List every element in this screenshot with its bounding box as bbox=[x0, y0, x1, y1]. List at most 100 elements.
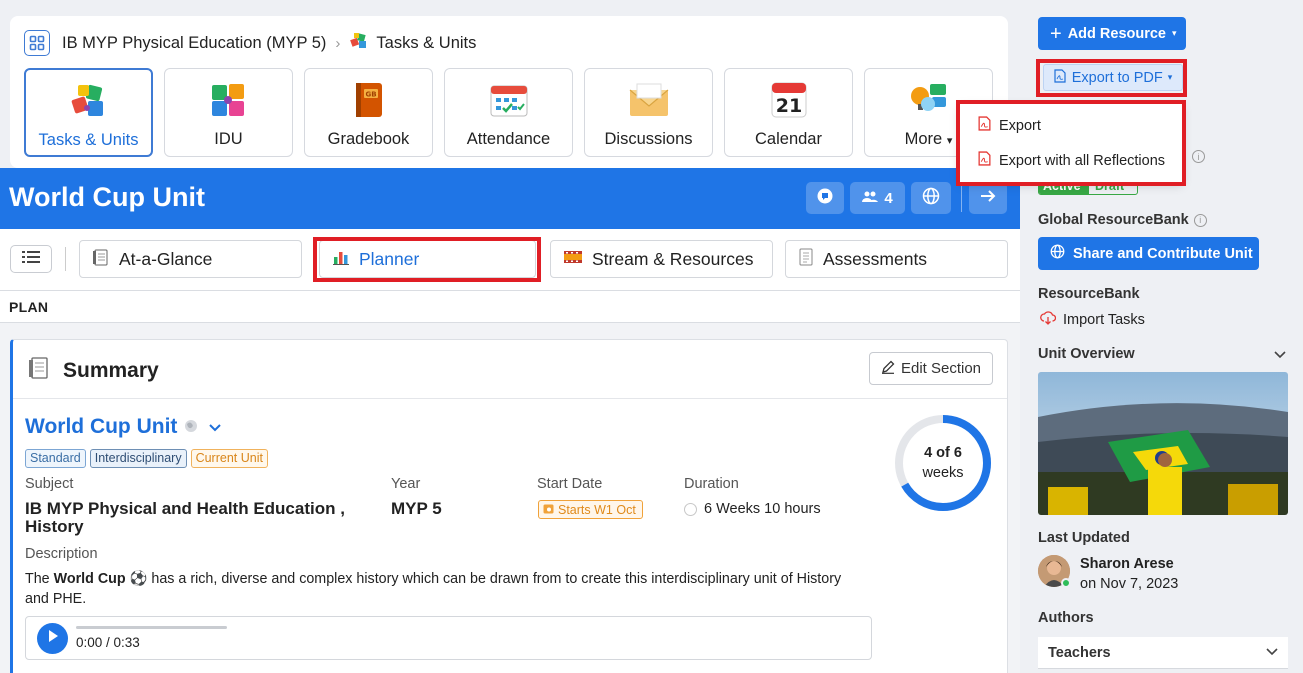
summary-title: Summary bbox=[63, 359, 159, 382]
tag-interdisciplinary: Interdisciplinary bbox=[89, 449, 187, 468]
tab-at-a-glance[interactable]: At-a-Glance bbox=[79, 240, 302, 278]
share-contribute-label: Share and Contribute Unit bbox=[1073, 245, 1253, 262]
year-value: MYP 5 bbox=[391, 499, 442, 518]
teachers-label: Teachers bbox=[1048, 644, 1111, 661]
add-resource-button[interactable]: + Add Resource ▾ bbox=[1038, 17, 1186, 50]
global-resourcebank-text: Global ResourceBank bbox=[1038, 212, 1189, 228]
plan-bar: PLAN bbox=[0, 291, 1020, 323]
caret-down-icon: ▾ bbox=[1172, 28, 1177, 38]
puzzle-icon bbox=[349, 31, 369, 56]
chevron-right-icon: › bbox=[335, 34, 341, 52]
members-count: 4 bbox=[884, 189, 893, 207]
unit-tags: Standard Interdisciplinary Current Unit bbox=[25, 449, 268, 468]
arrow-right-icon bbox=[979, 189, 997, 207]
tile-label: Tasks & Units bbox=[38, 131, 139, 149]
tile-attendance[interactable]: Attendance bbox=[444, 68, 573, 157]
unit-title[interactable]: World Cup Unit bbox=[25, 415, 222, 439]
unit-overview-image bbox=[1038, 372, 1288, 515]
banner-divider bbox=[961, 184, 962, 212]
progress-text: 4 of 6 weeks bbox=[893, 443, 993, 483]
apps-grid-icon[interactable] bbox=[24, 30, 50, 56]
soccer-ball-icon: ⚽ bbox=[129, 571, 148, 587]
year-label: Year bbox=[391, 476, 421, 492]
description-bold: World Cup bbox=[53, 571, 126, 587]
info-icon[interactable]: i bbox=[1187, 150, 1205, 163]
chevron-down-icon bbox=[1266, 648, 1278, 656]
tile-label: Discussions bbox=[604, 130, 693, 148]
audio-time: 0:00 / 0:33 bbox=[76, 635, 140, 650]
course-tiles: Tasks & Units IDU GB Gradebook Attendanc… bbox=[24, 68, 993, 157]
updated-by-name[interactable]: Sharon Arese bbox=[1080, 556, 1174, 572]
share-contribute-button[interactable]: Share and Contribute Unit bbox=[1038, 237, 1259, 270]
export-highlight-box bbox=[1036, 59, 1187, 97]
subject-value-line1: IB MYP Physical and Health Education , bbox=[25, 499, 345, 518]
unit-banner-title: World Cup Unit bbox=[9, 182, 205, 212]
description-label: Description bbox=[25, 546, 98, 562]
globe-icon bbox=[184, 415, 198, 439]
start-date-badge: Starts W1 Oct bbox=[538, 500, 643, 519]
description-text: The World Cup ⚽ has a rich, diverse and … bbox=[25, 569, 865, 609]
more-label: More bbox=[904, 130, 943, 148]
progress-unit: weeks bbox=[922, 465, 964, 481]
cloud-download-icon bbox=[1040, 311, 1063, 329]
subject-value-line2: History bbox=[25, 517, 84, 536]
course-nav-card: IB MYP Physical Education (MYP 5) › Task… bbox=[10, 16, 1008, 168]
puzzle-icon bbox=[68, 80, 110, 122]
info-icon[interactable]: i bbox=[1193, 213, 1207, 227]
edit-section-button[interactable]: Edit Section bbox=[869, 352, 993, 385]
globe-button[interactable] bbox=[911, 182, 951, 214]
tile-tasks-units[interactable]: Tasks & Units bbox=[24, 68, 153, 157]
audio-progress-bar[interactable] bbox=[76, 626, 227, 629]
list-view-button[interactable] bbox=[10, 245, 52, 273]
tag-current-unit: Current Unit bbox=[190, 449, 268, 468]
weeks-progress-ring: 4 of 6 weeks bbox=[893, 413, 993, 513]
breadcrumb-course-link[interactable]: IB MYP Physical Education (MYP 5) bbox=[62, 34, 326, 53]
unit-title-text: World Cup Unit bbox=[25, 415, 178, 438]
members-button[interactable]: 4 bbox=[850, 182, 905, 214]
tab-label: Assessments bbox=[823, 248, 928, 269]
unit-banner: World Cup Unit 4 bbox=[0, 168, 1020, 229]
globe-icon bbox=[1050, 244, 1065, 263]
play-icon bbox=[47, 629, 59, 648]
tab-stream-resources[interactable]: Stream & Resources bbox=[550, 240, 773, 278]
start-date-label: Start Date bbox=[537, 476, 603, 492]
planner-highlight-box bbox=[313, 237, 541, 282]
plus-icon: + bbox=[1050, 22, 1062, 45]
globe-icon bbox=[922, 187, 940, 209]
chat-icon bbox=[816, 187, 834, 209]
tile-label: Attendance bbox=[466, 130, 551, 148]
import-tasks-link[interactable]: Import Tasks bbox=[1040, 311, 1145, 329]
teachers-dropdown[interactable]: Teachers bbox=[1038, 637, 1288, 669]
breadcrumb: IB MYP Physical Education (MYP 5) › Task… bbox=[24, 30, 476, 56]
subject-label: Subject bbox=[25, 476, 74, 492]
calendar-icon: 21 bbox=[768, 79, 810, 121]
play-button[interactable] bbox=[37, 623, 68, 654]
tab-assessments[interactable]: Assessments bbox=[785, 240, 1008, 278]
next-arrow-button[interactable] bbox=[969, 182, 1007, 214]
add-resource-label: Add Resource bbox=[1067, 25, 1166, 42]
duration-label: Duration bbox=[684, 476, 739, 492]
duration-value: 6 Weeks 10 hours bbox=[684, 501, 821, 517]
idu-puzzle-icon bbox=[208, 79, 250, 121]
caret-down-icon: ▾ bbox=[946, 135, 953, 147]
updated-on-date: on Nov 7, 2023 bbox=[1080, 576, 1179, 592]
description-pre: The bbox=[25, 571, 54, 587]
chat-button[interactable] bbox=[806, 182, 844, 214]
list-icon bbox=[22, 250, 40, 269]
chevron-down-icon[interactable] bbox=[208, 415, 222, 439]
duration-text: 6 Weeks 10 hours bbox=[704, 501, 821, 517]
tile-label: Calendar bbox=[755, 130, 822, 148]
tile-discussions[interactable]: Discussions bbox=[584, 68, 713, 157]
calendar-small-icon bbox=[543, 503, 558, 517]
svg-text:GB: GB bbox=[365, 91, 376, 99]
global-resourcebank-label: Global ResourceBank i bbox=[1038, 212, 1207, 228]
progress-main: 4 of 6 bbox=[924, 445, 962, 461]
summary-card: Summary Edit Section World Cup Unit Stan… bbox=[10, 339, 1008, 673]
tile-calendar[interactable]: 21 Calendar bbox=[724, 68, 853, 157]
tile-gradebook[interactable]: GB Gradebook bbox=[304, 68, 433, 157]
tabs-divider bbox=[65, 247, 66, 271]
resourcebank-label: ResourceBank bbox=[1038, 286, 1140, 302]
unit-overview-header[interactable]: Unit Overview bbox=[1038, 346, 1288, 362]
tile-idu[interactable]: IDU bbox=[164, 68, 293, 157]
plan-label: PLAN bbox=[9, 299, 49, 315]
